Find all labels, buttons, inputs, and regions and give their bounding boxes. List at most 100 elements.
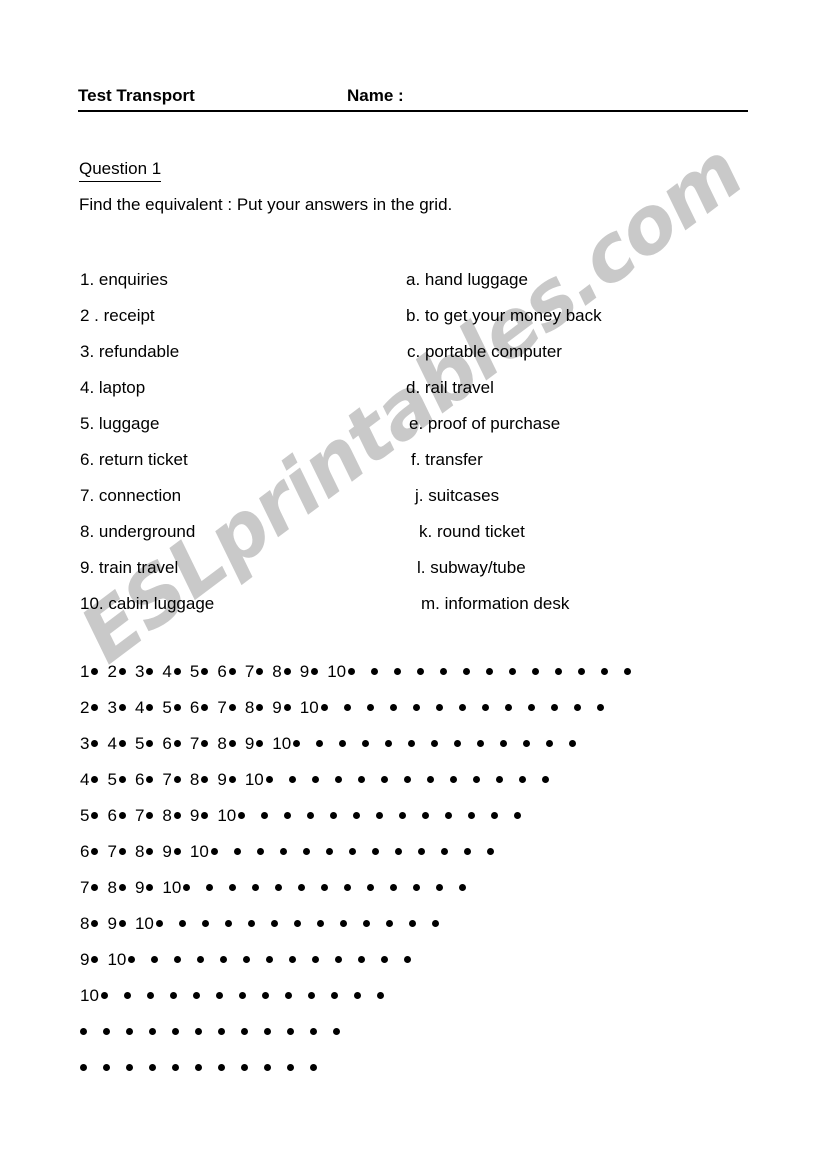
answer-slot-dot[interactable] bbox=[256, 840, 264, 864]
numbered-dot[interactable]: 3 bbox=[80, 732, 99, 756]
numbered-dot[interactable]: 8 bbox=[162, 804, 181, 828]
answer-slot-dot[interactable] bbox=[550, 696, 558, 720]
answer-slot-dot[interactable] bbox=[344, 876, 352, 900]
numbered-dot[interactable]: 10 bbox=[135, 912, 163, 936]
answer-slot-dot[interactable] bbox=[252, 876, 260, 900]
numbered-dot[interactable]: 2 bbox=[107, 660, 126, 684]
numbered-dot[interactable]: 10 bbox=[272, 732, 301, 756]
answer-slot-dot[interactable] bbox=[343, 696, 351, 720]
answer-slot-dot[interactable] bbox=[426, 768, 434, 792]
numbered-dot[interactable]: 4 bbox=[107, 732, 126, 756]
numbered-dot[interactable]: 4 bbox=[80, 768, 99, 792]
answer-slot-dot[interactable] bbox=[339, 732, 347, 756]
answer-slot-dot[interactable] bbox=[376, 804, 384, 828]
answer-slot-dot[interactable] bbox=[408, 912, 416, 936]
answer-slot-dot[interactable] bbox=[149, 1056, 156, 1080]
answer-slot-dot[interactable] bbox=[103, 1056, 110, 1080]
numbered-dot[interactable]: 1 bbox=[80, 660, 99, 684]
answer-slot-dot[interactable] bbox=[151, 948, 159, 972]
answer-slot-dot[interactable] bbox=[241, 1020, 248, 1044]
answer-slot-dot[interactable] bbox=[195, 1020, 202, 1044]
answer-slot-dot[interactable] bbox=[431, 912, 439, 936]
answer-slot-dot[interactable] bbox=[596, 696, 604, 720]
answer-slot-dot[interactable] bbox=[316, 732, 324, 756]
answer-slot-dot[interactable] bbox=[555, 660, 563, 684]
answer-slot-dot[interactable] bbox=[266, 948, 274, 972]
answer-slot-dot[interactable] bbox=[316, 912, 324, 936]
answer-slot-dot[interactable] bbox=[404, 948, 412, 972]
numbered-dot[interactable]: 7 bbox=[162, 768, 181, 792]
answer-slot-dot[interactable] bbox=[381, 948, 389, 972]
answer-slot-dot[interactable] bbox=[394, 660, 402, 684]
answer-slot-dot[interactable] bbox=[385, 732, 393, 756]
numbered-dot[interactable]: 8 bbox=[217, 732, 236, 756]
answer-slot-dot[interactable] bbox=[80, 1020, 87, 1044]
answer-slot-dot[interactable] bbox=[468, 804, 476, 828]
numbered-dot[interactable]: 8 bbox=[272, 660, 291, 684]
answer-slot-dot[interactable] bbox=[573, 696, 581, 720]
answer-slot-dot[interactable] bbox=[541, 768, 549, 792]
answer-slot-dot[interactable] bbox=[218, 1056, 225, 1080]
answer-slot-dot[interactable] bbox=[330, 804, 338, 828]
answer-slot-dot[interactable] bbox=[578, 660, 586, 684]
answer-slot-dot[interactable] bbox=[178, 912, 186, 936]
answer-slot-dot[interactable] bbox=[569, 732, 577, 756]
answer-slot-dot[interactable] bbox=[310, 1020, 317, 1044]
answer-slot-dot[interactable] bbox=[312, 948, 320, 972]
answer-slot-dot[interactable] bbox=[532, 660, 540, 684]
answer-slot-dot[interactable] bbox=[491, 804, 499, 828]
answer-slot-dot[interactable] bbox=[463, 660, 471, 684]
answer-slot-dot[interactable] bbox=[412, 696, 420, 720]
numbered-dot[interactable]: 9 bbox=[245, 732, 264, 756]
numbered-dot[interactable]: 9 bbox=[162, 840, 181, 864]
numbered-dot[interactable]: 10 bbox=[80, 984, 108, 1008]
numbered-dot[interactable]: 5 bbox=[190, 660, 209, 684]
numbered-dot[interactable]: 6 bbox=[190, 696, 209, 720]
answer-slot-dot[interactable] bbox=[514, 804, 522, 828]
answer-slot-dot[interactable] bbox=[477, 732, 485, 756]
answer-slot-dot[interactable] bbox=[261, 984, 269, 1008]
numbered-dot[interactable]: 7 bbox=[245, 660, 264, 684]
answer-slot-dot[interactable] bbox=[201, 912, 209, 936]
answer-slot-dot[interactable] bbox=[302, 840, 310, 864]
answer-slot-dot[interactable] bbox=[238, 984, 246, 1008]
numbered-dot[interactable]: 7 bbox=[80, 876, 99, 900]
answer-slot-dot[interactable] bbox=[270, 912, 278, 936]
answer-slot-dot[interactable] bbox=[339, 912, 347, 936]
answer-slot-dot[interactable] bbox=[172, 1020, 179, 1044]
answer-slot-dot[interactable] bbox=[518, 768, 526, 792]
numbered-dot[interactable]: 9 bbox=[135, 876, 154, 900]
numbered-dot[interactable]: 5 bbox=[162, 696, 181, 720]
answer-slot-dot[interactable] bbox=[371, 840, 379, 864]
answer-slot-dot[interactable] bbox=[220, 948, 228, 972]
answer-slot-dot[interactable] bbox=[149, 1020, 156, 1044]
answer-slot-dot[interactable] bbox=[172, 1056, 179, 1080]
numbered-dot[interactable]: 10 bbox=[300, 696, 328, 720]
answer-slot-dot[interactable] bbox=[408, 732, 416, 756]
answer-slot-dot[interactable] bbox=[431, 732, 439, 756]
answer-slot-dot[interactable] bbox=[385, 912, 393, 936]
answer-slot-dot[interactable] bbox=[495, 768, 503, 792]
answer-slot-dot[interactable] bbox=[624, 660, 632, 684]
answer-slot-dot[interactable] bbox=[325, 840, 333, 864]
answer-slot-dot[interactable] bbox=[348, 840, 356, 864]
answer-slot-dot[interactable] bbox=[229, 876, 237, 900]
answer-slot-dot[interactable] bbox=[449, 768, 457, 792]
answer-slot-dot[interactable] bbox=[486, 660, 494, 684]
answer-slot-dot[interactable] bbox=[247, 912, 255, 936]
answer-slot-dot[interactable] bbox=[523, 732, 531, 756]
numbered-dot[interactable]: 9 bbox=[300, 660, 319, 684]
answer-slot-dot[interactable] bbox=[417, 840, 425, 864]
answer-slot-dot[interactable] bbox=[287, 1020, 294, 1044]
numbered-dot[interactable]: 6 bbox=[135, 768, 154, 792]
answer-slot-dot[interactable] bbox=[481, 696, 489, 720]
answer-slot-dot[interactable] bbox=[195, 1056, 202, 1080]
answer-slot-dot[interactable] bbox=[241, 1056, 248, 1080]
answer-slot-dot[interactable] bbox=[509, 660, 517, 684]
answer-slot-dot[interactable] bbox=[353, 984, 361, 1008]
numbered-dot[interactable]: 5 bbox=[80, 804, 99, 828]
numbered-dot[interactable]: 4 bbox=[135, 696, 154, 720]
answer-slot-dot[interactable] bbox=[458, 696, 466, 720]
answer-slot-dot[interactable] bbox=[169, 984, 177, 1008]
numbered-dot[interactable]: 7 bbox=[217, 696, 236, 720]
